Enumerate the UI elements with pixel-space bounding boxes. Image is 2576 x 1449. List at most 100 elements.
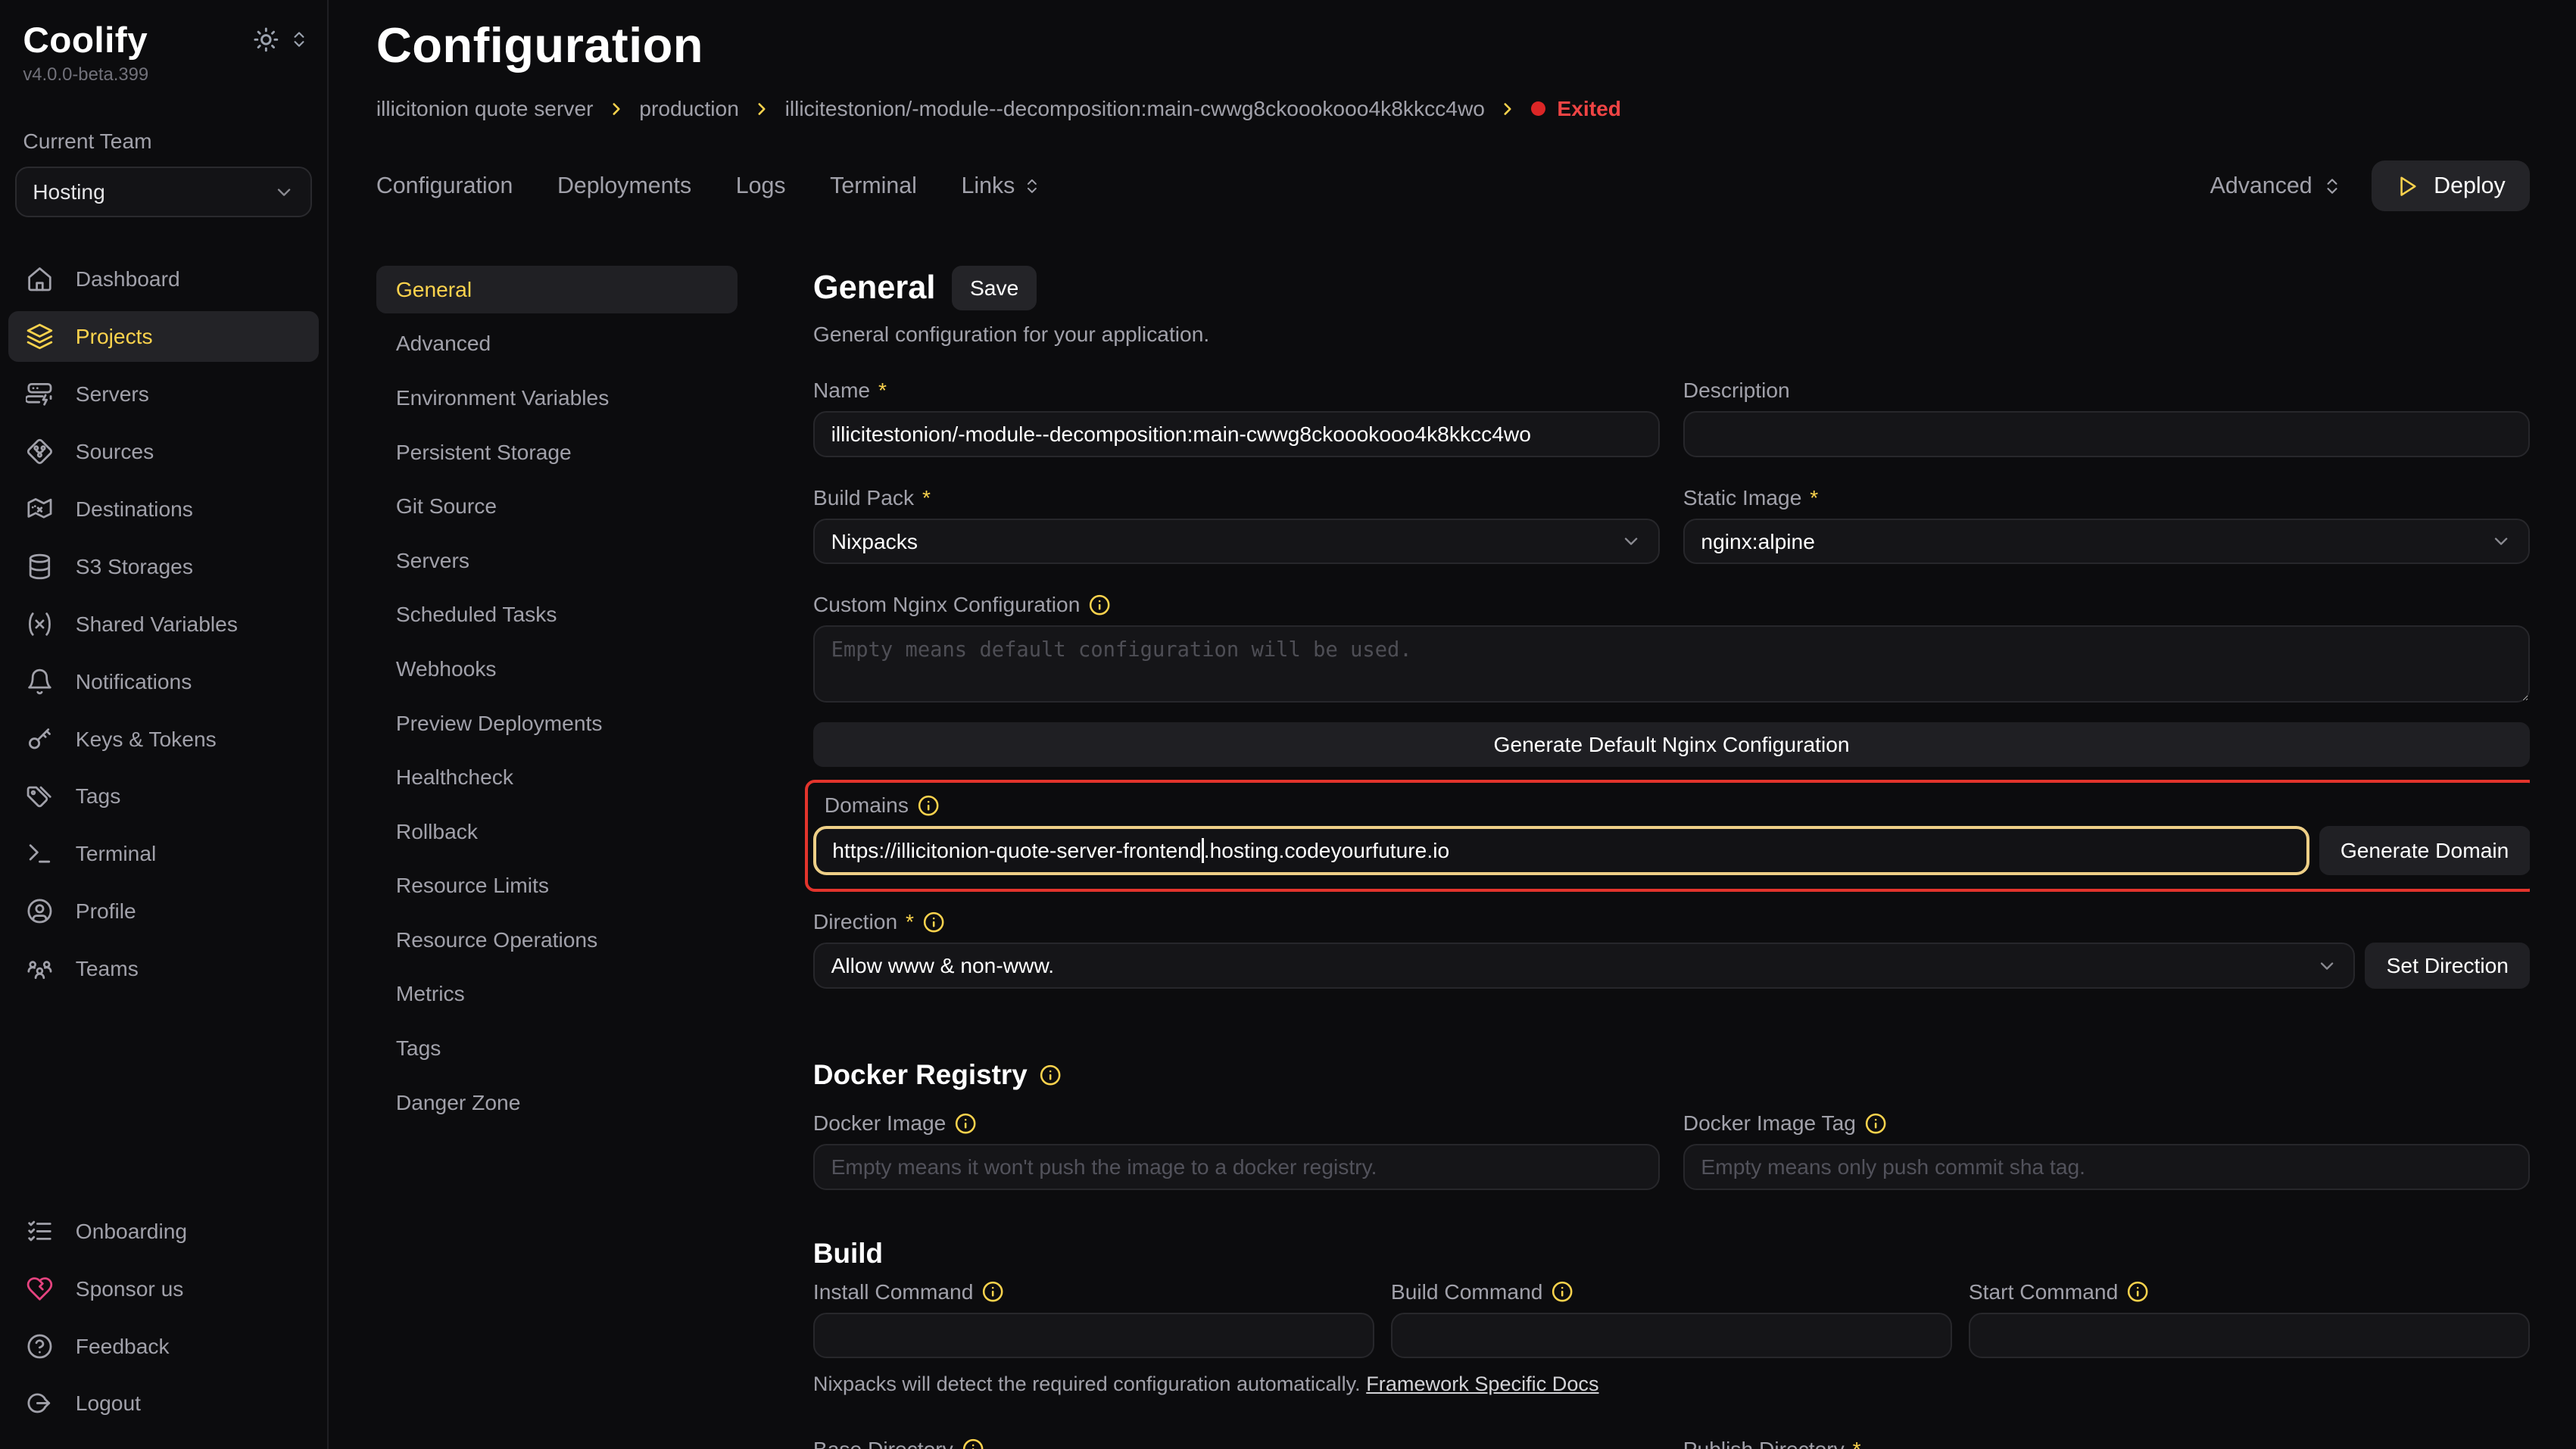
menu-item-environment-variables[interactable]: Environment Variables — [376, 374, 738, 422]
docker-image-label: Docker Image — [813, 1111, 1660, 1136]
breadcrumb-environment[interactable]: production — [639, 96, 739, 121]
static-image-label: Static Image* — [1683, 485, 2530, 510]
theme-sun-icon[interactable] — [253, 26, 279, 53]
status-dot-icon — [1531, 101, 1546, 117]
sidebar-item-profile[interactable]: Profile — [8, 886, 319, 936]
sidebar-item-onboarding[interactable]: Onboarding — [8, 1206, 319, 1257]
breadcrumb-application[interactable]: illicitestonion/-module--decomposition:m… — [785, 96, 1485, 121]
install-command-input[interactable] — [813, 1313, 1374, 1359]
static-image-select[interactable]: nginx:alpine — [1683, 519, 2530, 565]
menu-item-resource-operations[interactable]: Resource Operations — [376, 916, 738, 964]
domains-label: Domains — [825, 793, 2530, 818]
breadcrumb-project[interactable]: illicitonion quote server — [376, 96, 594, 121]
generate-domain-button[interactable]: Generate Domain — [2319, 826, 2531, 875]
section-heading-build: Build — [813, 1238, 2530, 1270]
publish-directory-label: Publish Directory* — [1683, 1437, 2530, 1449]
chevron-down-icon — [2490, 531, 2512, 552]
menu-item-git-source[interactable]: Git Source — [376, 482, 738, 530]
server-icon — [25, 379, 55, 409]
database-icon — [25, 552, 55, 581]
menu-item-advanced[interactable]: Advanced — [376, 320, 738, 368]
chevron-right-icon — [1498, 99, 1517, 119]
nginx-config-label: Custom Nginx Configuration — [813, 592, 2530, 617]
menu-item-rollback[interactable]: Rollback — [376, 808, 738, 855]
info-icon — [2126, 1280, 2149, 1303]
tab-links[interactable]: Links — [961, 173, 1041, 199]
menu-item-preview-deployments[interactable]: Preview Deployments — [376, 700, 738, 747]
menu-item-servers[interactable]: Servers — [376, 537, 738, 584]
domains-input[interactable]: https://illicitonion-quote-server-fronte… — [813, 826, 2309, 875]
sidebar-item-s3-storages[interactable]: S3 Storages — [8, 541, 319, 592]
direction-label: Direction* — [813, 909, 2530, 934]
info-icon — [1551, 1280, 1573, 1303]
sidebar-item-terminal[interactable]: Terminal — [8, 828, 319, 879]
sidebar-item-dashboard[interactable]: Dashboard — [8, 254, 319, 304]
start-command-input[interactable] — [1969, 1313, 2530, 1359]
deploy-button[interactable]: Deploy — [2372, 160, 2530, 211]
sidebar-item-sponsor-us[interactable]: Sponsor us — [8, 1263, 319, 1313]
framework-docs-link[interactable]: Framework Specific Docs — [1366, 1372, 1598, 1395]
theme-chevrons-up-down-icon[interactable] — [289, 30, 309, 49]
docker-image-tag-input[interactable] — [1683, 1144, 2530, 1190]
nixpacks-note: Nixpacks will detect the required config… — [813, 1372, 2530, 1396]
build-pack-select[interactable]: Nixpacks — [813, 519, 1660, 565]
variable-icon — [25, 609, 55, 639]
sidebar-item-feedback[interactable]: Feedback — [8, 1320, 319, 1371]
sidebar-item-logout[interactable]: Logout — [8, 1378, 319, 1429]
checklist-icon — [25, 1217, 55, 1246]
terminal-icon — [25, 839, 55, 868]
team-select[interactable]: Hosting — [15, 167, 313, 217]
menu-item-general[interactable]: General — [376, 266, 738, 313]
sidebar-item-projects[interactable]: Projects — [8, 311, 319, 362]
generate-nginx-button[interactable]: Generate Default Nginx Configuration — [813, 722, 2530, 767]
tab-logs[interactable]: Logs — [736, 173, 786, 199]
tab-deployments[interactable]: Deployments — [557, 173, 691, 199]
tab-terminal[interactable]: Terminal — [830, 173, 917, 199]
sidebar-item-keys-tokens[interactable]: Keys & Tokens — [8, 713, 319, 764]
advanced-dropdown[interactable]: Advanced — [2210, 173, 2342, 199]
users-icon — [25, 954, 55, 983]
tab-configuration[interactable]: Configuration — [376, 173, 513, 199]
nginx-config-textarea[interactable] — [813, 625, 2530, 703]
settings-menu: General Advanced Environment Variables P… — [376, 266, 738, 1449]
name-input[interactable] — [813, 411, 1660, 457]
sidebar-item-teams[interactable]: Teams — [8, 943, 319, 994]
sidebar-item-tags[interactable]: Tags — [8, 771, 319, 821]
status-badge: Exited — [1531, 96, 1621, 121]
install-command-label: Install Command — [813, 1279, 1374, 1304]
chevron-down-icon — [2316, 955, 2337, 977]
build-pack-label: Build Pack* — [813, 485, 1660, 510]
menu-item-metrics[interactable]: Metrics — [376, 970, 738, 1017]
sidebar-item-servers[interactable]: Servers — [8, 369, 319, 419]
status-text: Exited — [1557, 96, 1621, 121]
name-label: Name* — [813, 378, 1660, 403]
sidebar-item-sources[interactable]: Sources — [8, 426, 319, 477]
git-source-icon — [25, 437, 55, 466]
build-command-label: Build Command — [1391, 1279, 1952, 1304]
sidebar-nav: Dashboard Projects Servers Sources Desti… — [8, 254, 319, 994]
sidebar-item-notifications[interactable]: Notifications — [8, 656, 319, 707]
bell-icon — [25, 667, 55, 696]
description-input[interactable] — [1683, 411, 2530, 457]
sidebar-item-shared-variables[interactable]: Shared Variables — [8, 599, 319, 650]
direction-select[interactable]: Allow www & non-www. — [813, 943, 2355, 989]
menu-item-resource-limits[interactable]: Resource Limits — [376, 862, 738, 909]
menu-item-tags[interactable]: Tags — [376, 1024, 738, 1072]
docker-image-input[interactable] — [813, 1144, 1660, 1190]
menu-item-healthcheck[interactable]: Healthcheck — [376, 753, 738, 801]
set-direction-button[interactable]: Set Direction — [2365, 943, 2530, 989]
build-command-input[interactable] — [1391, 1313, 1952, 1359]
save-button[interactable]: Save — [952, 266, 1037, 310]
base-directory-label: Base Directory — [813, 1437, 1660, 1449]
sidebar-item-destinations[interactable]: Destinations — [8, 484, 319, 534]
menu-item-webhooks[interactable]: Webhooks — [376, 645, 738, 693]
menu-item-danger-zone[interactable]: Danger Zone — [376, 1079, 738, 1126]
menu-item-persistent-storage[interactable]: Persistent Storage — [376, 428, 738, 476]
logout-icon — [25, 1388, 55, 1418]
start-command-label: Start Command — [1969, 1279, 2530, 1304]
info-icon — [1864, 1112, 1887, 1135]
chevron-down-icon — [1620, 531, 1642, 552]
map-icon — [25, 494, 55, 524]
info-icon — [917, 794, 940, 817]
menu-item-scheduled-tasks[interactable]: Scheduled Tasks — [376, 591, 738, 638]
